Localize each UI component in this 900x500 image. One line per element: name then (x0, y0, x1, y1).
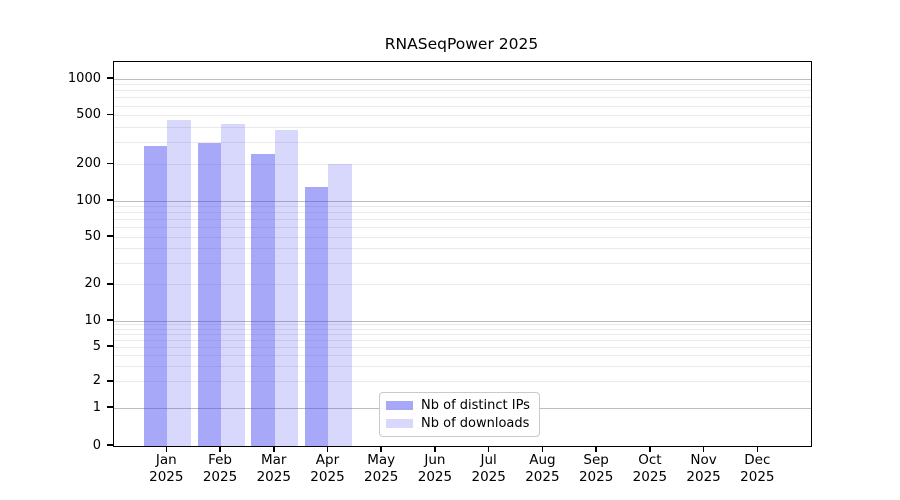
y-tick-label: 500 (0, 108, 101, 121)
y-tick-mark (107, 444, 113, 446)
bar-distinct-ips (251, 154, 275, 447)
bar-downloads (221, 124, 245, 446)
x-tick-label: Jul 2025 (459, 452, 519, 485)
x-tick-label: Apr 2025 (297, 452, 357, 485)
y-tick-mark (107, 406, 113, 408)
y-tick-mark (107, 380, 113, 382)
y-tick-label: 2 (0, 374, 101, 387)
y-tick-label: 1 (0, 401, 101, 414)
legend-row: Nb of distinct IPs (386, 398, 530, 413)
y-tick-label: 0 (0, 439, 101, 452)
gridline-minor (114, 127, 811, 128)
x-tick-label: May 2025 (351, 452, 411, 485)
x-tick-label: Nov 2025 (674, 452, 734, 485)
gridline-major (114, 79, 811, 80)
y-tick-label: 1000 (0, 72, 101, 85)
y-tick-label: 20 (0, 277, 101, 290)
bar-distinct-ips (305, 187, 329, 446)
y-tick-label: 200 (0, 157, 101, 170)
y-tick-mark (107, 114, 113, 116)
gridline-minor (114, 106, 811, 107)
y-tick-mark (107, 283, 113, 285)
gridline-minor (114, 84, 811, 85)
y-tick-mark (107, 235, 113, 237)
y-tick-label: 100 (0, 194, 101, 207)
y-tick-mark (107, 199, 113, 201)
legend-label-downloads: Nb of downloads (421, 416, 529, 431)
plot-area (113, 61, 812, 447)
gridline-minor (114, 90, 811, 91)
x-tick-label: Sep 2025 (566, 452, 626, 485)
x-tick-label: Aug 2025 (512, 452, 572, 485)
x-tick-label: Jan 2025 (136, 452, 196, 485)
bar-downloads (275, 130, 299, 446)
x-tick-label: Jun 2025 (405, 452, 465, 485)
chart-title: RNASeqPower 2025 (113, 35, 810, 53)
gridline-minor (114, 115, 811, 116)
legend-row: Nb of downloads (386, 416, 530, 431)
y-tick-mark (107, 163, 113, 165)
y-tick-label: 5 (0, 340, 101, 353)
legend-swatch-distinct-ips (386, 401, 413, 410)
gridline-minor (114, 97, 811, 98)
bar-downloads (328, 164, 352, 446)
y-tick-label: 10 (0, 314, 101, 327)
x-tick-label: Dec 2025 (727, 452, 787, 485)
y-tick-mark (107, 319, 113, 321)
x-tick-label: Feb 2025 (190, 452, 250, 485)
legend: Nb of distinct IPs Nb of downloads (379, 392, 540, 437)
x-tick-label: Oct 2025 (620, 452, 680, 485)
legend-label-distinct-ips: Nb of distinct IPs (421, 398, 530, 413)
chart-figure: RNASeqPower 2025 10005002001005020105210… (0, 0, 900, 500)
x-tick-label: Mar 2025 (244, 452, 304, 485)
bar-distinct-ips (144, 146, 168, 446)
y-tick-label: 50 (0, 230, 101, 243)
y-tick-mark (107, 345, 113, 347)
bar-downloads (167, 120, 191, 446)
y-tick-mark (107, 77, 113, 79)
bar-distinct-ips (198, 143, 222, 446)
legend-swatch-downloads (386, 419, 413, 428)
